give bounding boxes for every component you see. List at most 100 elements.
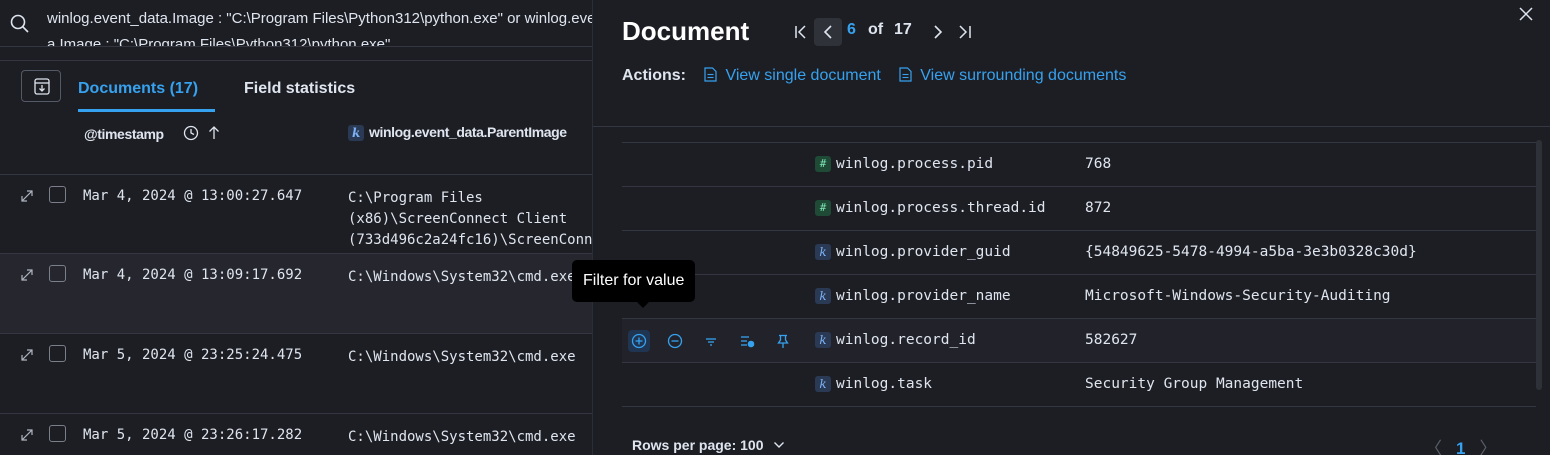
row-parent-image: C:\Windows\System32\cmd.exe (348, 269, 576, 285)
tabs-row: Documents (17) Field statistics (0, 62, 592, 114)
last-page-button[interactable] (951, 18, 979, 46)
tab-active-indicator (78, 109, 215, 112)
table-row[interactable]: Mar 4, 2024 @ 13:00:27.647 C:\Program Fi… (0, 175, 592, 254)
row-timestamp: Mar 4, 2024 @ 13:00:27.647 (83, 188, 303, 204)
search-icon (10, 14, 30, 39)
tooltip-arrow (636, 301, 650, 308)
column-header-timestamp-icons (183, 124, 223, 147)
document-fields-table: # winlog.process.pid 768 # winlog.process.… (622, 127, 1536, 409)
row-checkbox[interactable] (49, 265, 66, 282)
document-icon (899, 67, 912, 82)
row-checkbox[interactable] (49, 186, 66, 203)
filter-out-icon (667, 333, 683, 349)
field-name: k winlog.task (815, 376, 932, 392)
filter-for-icon (631, 333, 647, 349)
document-flyout: Document 6 of 17 Actions: View single do… (592, 0, 1550, 455)
page-of-label: of (868, 21, 884, 38)
query-text[interactable]: winlog.event_data.Image : "C:\Program Fi… (47, 6, 592, 46)
keyword-type-icon: k (815, 288, 831, 304)
field-value: Security Group Management (1085, 376, 1304, 392)
export-button[interactable] (21, 70, 61, 102)
field-value: 768 (1085, 156, 1112, 172)
chevron-down-icon (774, 442, 785, 448)
field-name: k winlog.provider_name (815, 288, 1011, 304)
prev-page-icon[interactable]: 〈 (1425, 439, 1442, 455)
keyword-type-icon: k (815, 376, 831, 392)
clock-icon (183, 125, 199, 141)
view-surrounding-documents-link[interactable]: View surrounding documents (899, 67, 1126, 84)
field-row[interactable]: k winlog.provider_guid {54849625-5478-499… (622, 231, 1536, 275)
field-value: 582627 (1085, 332, 1138, 348)
total-pages: 17 (894, 21, 912, 38)
row-parent-image: C:\Windows\System32\cmd.exe (348, 349, 576, 365)
scrollbar[interactable] (1536, 140, 1542, 390)
expand-icon[interactable] (20, 268, 34, 287)
number-type-icon: # (815, 156, 831, 172)
export-icon (34, 78, 50, 95)
keyword-type-icon: k (815, 332, 831, 348)
field-row[interactable]: k winlog.provider_name Microsoft-Windows-… (622, 275, 1536, 319)
row-checkbox[interactable] (49, 345, 66, 362)
filter-for-button[interactable] (628, 330, 650, 352)
next-page-icon (934, 25, 943, 39)
next-page-button[interactable] (924, 18, 952, 46)
next-page-icon[interactable]: 〉 (1479, 439, 1496, 455)
tab-field-statistics[interactable]: Field statistics (244, 80, 355, 98)
expand-icon[interactable] (20, 428, 34, 447)
current-page: 6 (847, 21, 856, 38)
discover-panel: winlog.event_data.Image : "C:\Program Fi… (0, 0, 592, 455)
filter-exists-icon (706, 338, 716, 346)
query-bar[interactable]: winlog.event_data.Image : "C:\Program Fi… (0, 0, 592, 47)
column-header-timestamp[interactable]: @timestamp (84, 126, 164, 142)
view-single-document-link[interactable]: View single document (704, 67, 885, 84)
tooltip: Filter for value (572, 260, 696, 302)
toggle-column-icon (741, 336, 755, 348)
sort-asc-icon (209, 126, 219, 139)
table-row[interactable]: Mar 5, 2024 @ 23:26:17.282 C:\Windows\Sy… (0, 414, 592, 455)
keyword-type-icon: k (815, 244, 831, 260)
tab-documents[interactable]: Documents (17) (78, 80, 198, 98)
field-row[interactable]: k winlog.task Security Group Management (622, 363, 1536, 407)
document-icon (704, 67, 718, 82)
field-row[interactable]: # winlog.process.thread.id 872 (622, 187, 1536, 231)
rows-per-page-select[interactable]: Rows per page: 100 (632, 437, 785, 453)
prev-page-button[interactable] (814, 18, 842, 46)
row-timestamp: Mar 5, 2024 @ 23:25:24.475 (83, 347, 303, 363)
table-header: @timestamp k winlog.event_data.ParentImag… (0, 114, 592, 175)
row-timestamp: Mar 4, 2024 @ 13:09:17.692 (83, 267, 303, 283)
expand-icon[interactable] (20, 348, 34, 367)
field-row (622, 127, 1536, 143)
field-row[interactable]: # winlog.process.pid 768 (622, 143, 1536, 187)
field-value: Microsoft-Windows-Security-Auditing (1085, 288, 1391, 304)
page-number[interactable]: 1 (1456, 439, 1466, 455)
field-row[interactable]: k winlog.record_id 582627 (622, 319, 1536, 363)
field-value: 872 (1085, 200, 1112, 216)
expand-icon[interactable] (20, 189, 34, 208)
row-timestamp: Mar 5, 2024 @ 23:26:17.282 (83, 427, 303, 443)
row-checkbox[interactable] (49, 425, 66, 442)
field-name: k winlog.record_id (815, 332, 976, 348)
toggle-column-button[interactable] (736, 330, 758, 352)
pin-field-button[interactable] (772, 330, 794, 352)
flyout-actions: Actions: View single document View surro… (622, 67, 1140, 85)
column-header-parent-image[interactable]: k winlog.event_data.ParentImage (348, 124, 567, 142)
field-name: # winlog.process.thread.id (815, 200, 1046, 216)
field-value: {54849625-5478-4994-a5ba-3e3b0328c30d} (1085, 244, 1417, 260)
number-type-icon: # (815, 200, 831, 216)
first-page-button[interactable] (788, 18, 816, 46)
field-name: # winlog.process.pid (815, 156, 993, 172)
table-row[interactable]: Mar 5, 2024 @ 23:25:24.475 C:\Windows\Sy… (0, 334, 592, 414)
field-name: k winlog.provider_guid (815, 244, 1011, 260)
divider (0, 60, 592, 61)
pin-icon (777, 334, 789, 348)
row-parent-image: C:\Windows\System32\cmd.exe (348, 429, 576, 445)
close-button[interactable] (1516, 4, 1536, 24)
filter-exists-button[interactable] (700, 330, 722, 352)
filter-out-button[interactable] (664, 330, 686, 352)
flyout-title: Document (622, 16, 750, 46)
keyword-type-icon: k (348, 125, 364, 142)
table-row[interactable]: Mar 4, 2024 @ 13:09:17.692 C:\Windows\Sy… (0, 254, 592, 334)
close-icon (1519, 7, 1533, 21)
row-parent-image: C:\Program Files (x86)\ScreenConnect Cli… (348, 190, 592, 248)
prev-page-icon (823, 25, 832, 39)
